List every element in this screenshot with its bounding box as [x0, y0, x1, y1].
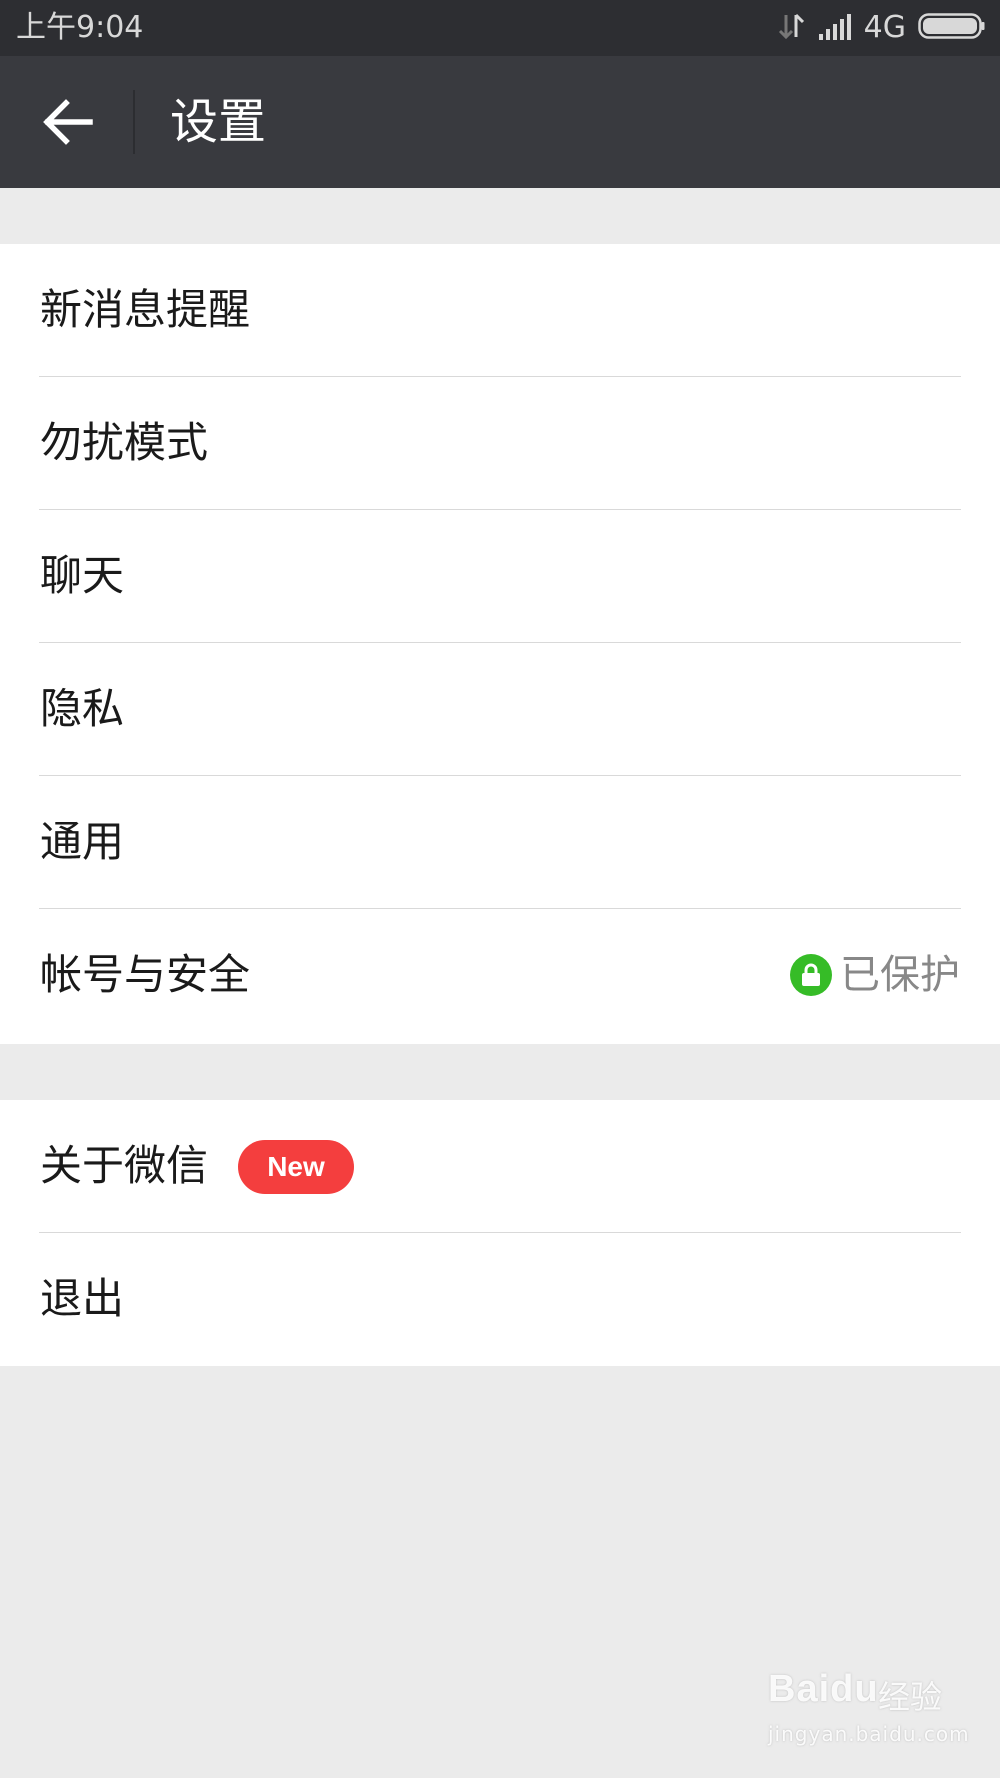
settings-item-label: 通用 — [40, 817, 125, 866]
settings-item-logout[interactable]: 退出 — [0, 1233, 1000, 1366]
network-type: 4G — [863, 10, 906, 45]
title-divider — [133, 90, 135, 154]
settings-group-main: 新消息提醒 勿扰模式 聊天 隐私 通用 帐号与安全 已保护 — [0, 244, 1000, 1044]
protected-label: 已保护 — [840, 952, 960, 998]
settings-item-account-security[interactable]: 帐号与安全 已保护 — [0, 909, 1000, 1042]
watermark-product: 经验 — [878, 1678, 943, 1716]
settings-item-about[interactable]: 关于微信 New — [0, 1100, 1000, 1233]
protected-status: 已保护 — [790, 949, 960, 1001]
lock-icon — [790, 954, 832, 996]
settings-item-label: 聊天 — [40, 551, 125, 600]
status-icons: 4G — [778, 10, 986, 46]
back-button[interactable] — [30, 86, 106, 162]
watermark-url: jingyan.baidu.com — [768, 1722, 970, 1746]
new-badge: New — [238, 1140, 354, 1194]
status-bar: 上午9:04 4G — [0, 0, 1000, 56]
settings-item-chat[interactable]: 聊天 — [0, 510, 1000, 643]
page-title: 设置 — [170, 94, 267, 150]
title-bar: 设置 — [0, 56, 1000, 188]
baidu-jingyan-watermark: Baidu 经验 jingyan.baidu.com — [768, 1668, 970, 1758]
data-transfer-icon — [778, 11, 806, 45]
settings-item-label: 退出 — [40, 1274, 125, 1323]
battery-icon — [918, 12, 986, 44]
settings-item-do-not-disturb[interactable]: 勿扰模式 — [0, 377, 1000, 510]
status-time: 上午9:04 — [16, 10, 144, 45]
watermark-logo: Baidu — [768, 1668, 879, 1710]
arrow-left-icon — [42, 98, 94, 150]
settings-item-label: 新消息提醒 — [40, 285, 251, 334]
signal-icon — [818, 12, 854, 44]
settings-item-label: 帐号与安全 — [40, 950, 251, 999]
settings-item-label: 勿扰模式 — [40, 418, 209, 467]
settings-group-secondary: 关于微信 New 退出 — [0, 1100, 1000, 1366]
settings-item-general[interactable]: 通用 — [0, 776, 1000, 909]
settings-item-label: 隐私 — [40, 684, 125, 733]
settings-item-label: 关于微信 — [40, 1141, 209, 1190]
settings-item-privacy[interactable]: 隐私 — [0, 643, 1000, 776]
settings-item-notifications[interactable]: 新消息提醒 — [0, 244, 1000, 377]
